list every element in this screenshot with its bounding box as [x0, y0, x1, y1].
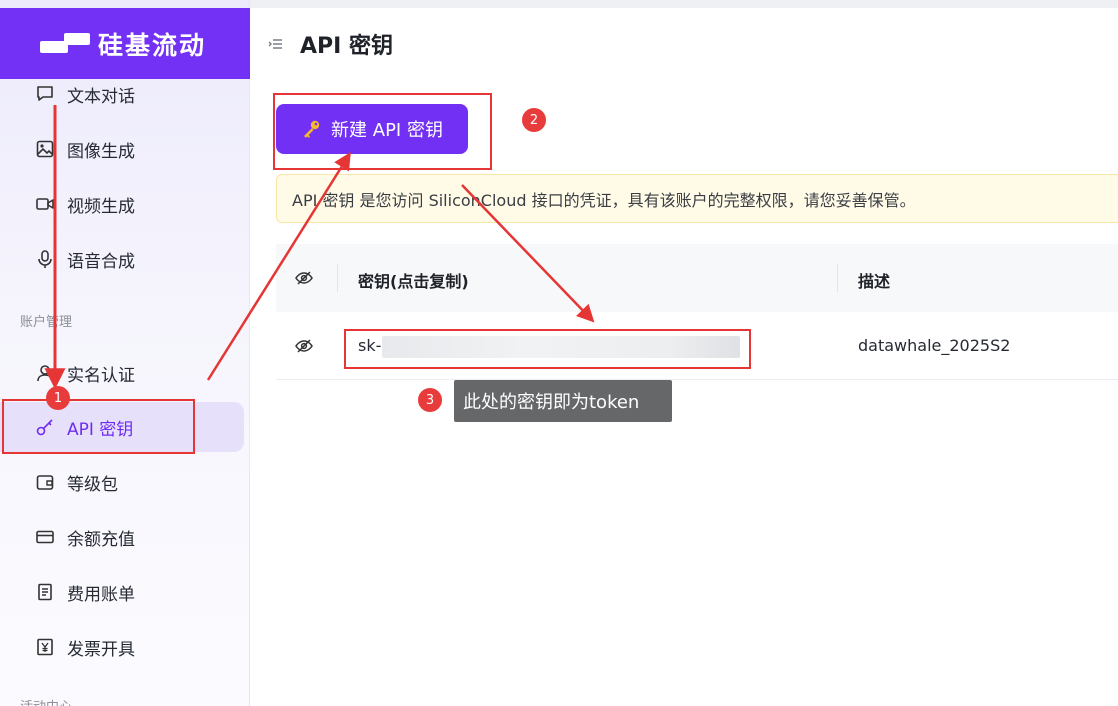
sidebar-item-label: 费用账单 [67, 584, 135, 605]
annotation-box-new-button [273, 93, 492, 170]
api-key-description: datawhale_2025S2 [858, 336, 1011, 355]
eye-off-icon[interactable] [295, 337, 313, 359]
notice-text: API 密钥 是您访问 SiliconCloud 接口的凭证，具有该账户的完整权… [292, 190, 916, 210]
sidebar-item-label: 视频生成 [67, 196, 135, 217]
annotation-box-api-keys [2, 399, 195, 454]
header-separator [837, 264, 838, 292]
sidebar-item-label: 文本对话 [67, 86, 135, 107]
yen-icon [36, 638, 54, 656]
sidebar-item-billing[interactable]: 费用账单 [0, 567, 244, 617]
annotation-box-key [344, 329, 751, 369]
header-separator [337, 264, 338, 292]
sidebar-item-speech[interactable]: 语音合成 [0, 234, 244, 284]
brand-logo-icon [40, 32, 92, 55]
video-icon [36, 195, 54, 213]
sidebar-item-label: 余额充值 [67, 529, 135, 550]
sidebar-item-video-gen[interactable]: 视频生成 [0, 179, 244, 229]
annotation-tooltip: 此处的密钥即为token [454, 380, 672, 422]
header-description: 描述 [858, 272, 891, 291]
sidebar: 硅基流动 文本对话 图像生成 视频生成 语音合成 账户管理 实名认证 API 密… [0, 0, 250, 706]
chat-icon [36, 85, 54, 103]
card-icon [36, 528, 54, 546]
api-key-notice: API 密钥 是您访问 SiliconCloud 接口的凭证，具有该账户的完整权… [276, 174, 1118, 223]
collapse-sidebar-icon[interactable] [268, 36, 284, 52]
section-title-activity: 活动中心 [20, 696, 72, 706]
section-title-account: 账户管理 [20, 315, 73, 330]
step-badge-3: 3 [418, 388, 442, 412]
sidebar-item-image-gen[interactable]: 图像生成 [0, 124, 244, 174]
user-icon [36, 364, 54, 382]
header-key: 密钥(点击复制) [358, 272, 469, 291]
sidebar-item-label: 语音合成 [67, 251, 135, 272]
brand-name: 硅基流动 [98, 30, 207, 60]
bill-icon [36, 583, 54, 601]
sidebar-item-label: 等级包 [67, 474, 118, 495]
main-header: API 密钥 [268, 28, 393, 60]
sidebar-item-invoice[interactable]: 发票开具 [0, 622, 244, 672]
wallet-icon [36, 473, 54, 491]
sidebar-item-text-chat[interactable]: 文本对话 [0, 69, 244, 119]
sidebar-item-plans[interactable]: 等级包 [0, 457, 244, 507]
step-badge-2: 2 [522, 108, 546, 132]
sidebar-item-verification[interactable]: 实名认证 [0, 348, 244, 398]
page-title: API 密钥 [300, 34, 393, 59]
image-icon [36, 140, 54, 158]
table-header: 密钥(点击复制) 描述 [276, 244, 1118, 312]
sidebar-item-label: 图像生成 [67, 141, 135, 162]
eye-off-icon[interactable] [295, 269, 313, 291]
sidebar-item-recharge[interactable]: 余额充值 [0, 512, 244, 562]
app-root: 硅基流动 文本对话 图像生成 视频生成 语音合成 账户管理 实名认证 API 密… [0, 0, 1118, 706]
microphone-icon [36, 250, 54, 268]
sidebar-item-label: 发票开具 [67, 639, 135, 660]
sidebar-item-label: 实名认证 [67, 365, 135, 386]
step-badge-1: 1 [46, 386, 70, 410]
